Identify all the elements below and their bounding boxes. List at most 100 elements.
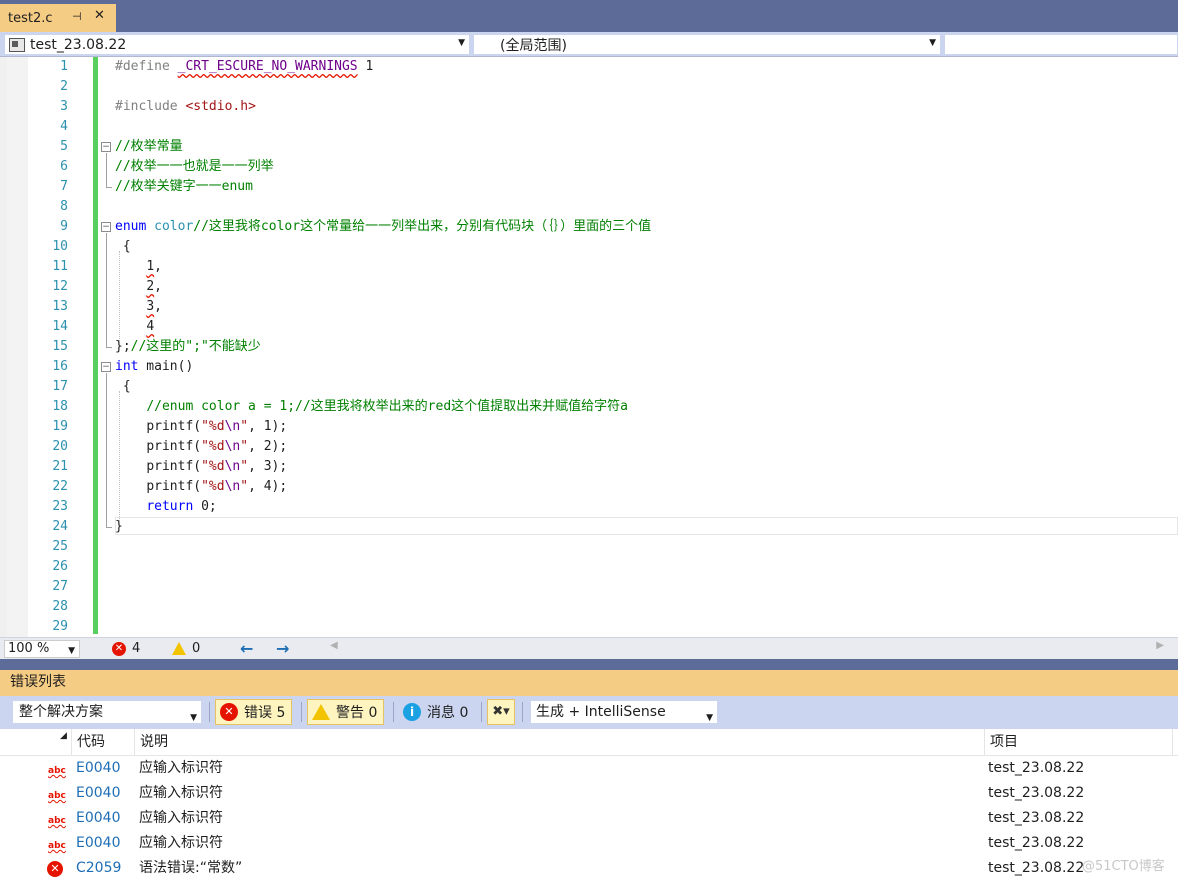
code-line-1: #define _CRT_ESCURE_NO_WARNINGS 1: [115, 59, 374, 74]
error-project: test_23.08.22: [988, 860, 1085, 876]
project-icon: [9, 37, 25, 52]
error-row[interactable]: abc E0040 应输入标识符 test_23.08.22: [0, 781, 1178, 806]
scroll-left-icon[interactable]: ◀: [330, 640, 338, 651]
member-dropdown[interactable]: [944, 34, 1178, 55]
code-text[interactable]: #define _CRT_ESCURE_NO_WARNINGS 1 #inclu…: [115, 57, 1175, 537]
close-icon[interactable]: ✕: [94, 8, 105, 23]
toolbar-divider: [522, 702, 523, 722]
error-code-link[interactable]: E0040: [76, 781, 120, 806]
messages-toggle-button[interactable]: i 消息 0: [399, 699, 474, 725]
column-next-header[interactable]: [1172, 729, 1178, 756]
line-number: 27: [52, 579, 68, 594]
info-icon: i: [403, 703, 421, 721]
panel-separator[interactable]: [0, 659, 1178, 670]
warnings-toggle-button[interactable]: 警告 0: [307, 699, 385, 725]
code-line-5: //枚举常量: [115, 139, 183, 154]
navigation-bar: test_23.08.22 ▼ (全局范围) ▼: [0, 32, 1178, 57]
code-line-15: };//这里的";"不能缺少: [115, 339, 261, 354]
navigate-forward-icon[interactable]: →: [276, 639, 289, 658]
outline-end: [106, 347, 112, 348]
scope-dropdown[interactable]: (全局范围) ▼: [473, 34, 941, 55]
collapse-enum-icon[interactable]: −: [101, 222, 111, 232]
chevron-down-icon: ▼: [706, 713, 713, 723]
error-code-link[interactable]: C2059: [76, 856, 121, 881]
line-number: 26: [52, 559, 68, 574]
column-code-header[interactable]: 代码: [71, 729, 134, 756]
line-number: 25: [52, 539, 68, 554]
filter-icon[interactable]: ✖▾: [487, 699, 515, 725]
tab-title: test2.c: [8, 10, 53, 26]
code-line-19: printf("%d\n", 1);: [146, 419, 288, 434]
change-tracking-bar: [93, 57, 98, 634]
error-count: 4: [132, 641, 141, 656]
warning-count-indicator[interactable]: 0: [172, 641, 200, 656]
code-line-12: 2,: [146, 279, 162, 294]
code-line-24: }: [115, 519, 123, 534]
error-code-link[interactable]: E0040: [76, 756, 120, 781]
toolbar-divider: [209, 702, 210, 722]
warning-count: 0: [192, 641, 201, 656]
error-row[interactable]: abc E0040 应输入标识符 test_23.08.22: [0, 831, 1178, 856]
error-description: 语法错误:“常数”: [139, 860, 243, 876]
error-row[interactable]: ✕ C2059 语法错误:“常数” test_23.08.22: [0, 856, 1178, 881]
sort-indicator-icon: ◢: [60, 731, 67, 741]
zoom-dropdown[interactable]: 100 % ▼: [4, 640, 80, 658]
error-project: test_23.08.22: [988, 760, 1085, 776]
error-list-title: 错误列表: [0, 670, 1178, 696]
errors-button-label: 错误 5: [244, 705, 286, 721]
scope-name: (全局范围): [500, 37, 567, 54]
line-number: 14: [52, 319, 68, 334]
line-number: 8: [60, 199, 68, 214]
line-number: 10: [52, 239, 68, 254]
outline-line: [106, 373, 107, 527]
navigate-back-icon[interactable]: ←: [240, 639, 253, 658]
watermark: @51CTO博客: [1082, 859, 1165, 874]
code-line-18: //enum color a = 1;//这里我将枚举出来的red这个值提取出来…: [146, 399, 628, 414]
scroll-right-icon[interactable]: ▶: [1156, 640, 1164, 651]
scope-filter-dropdown[interactable]: 整个解决方案 ▼: [12, 700, 202, 724]
error-row[interactable]: abc E0040 应输入标识符 test_23.08.22: [0, 806, 1178, 831]
code-line-7: //枚举关键字一一enum: [115, 179, 253, 194]
horizontal-scrollbar[interactable]: ◀ ▶: [328, 640, 1168, 656]
line-number: 23: [52, 499, 68, 514]
tab-test2-c[interactable]: test2.c ⊣ ✕: [0, 4, 116, 32]
line-number: 6: [60, 159, 68, 174]
error-project: test_23.08.22: [988, 835, 1085, 851]
chevron-down-icon: ▼: [929, 38, 936, 48]
line-number: 17: [52, 379, 68, 394]
pin-icon[interactable]: ⊣: [72, 10, 82, 23]
toolbar-divider: [301, 702, 302, 722]
project-dropdown[interactable]: test_23.08.22 ▼: [4, 34, 470, 55]
line-number: 28: [52, 599, 68, 614]
code-editor[interactable]: 1 2 3 4 5 6 7 8 9 10 11 12 13 14 15 16 17 18 19 20 21 22 23 24 2…: [0, 57, 1178, 637]
error-icon: ✕: [220, 703, 238, 721]
code-line-23: return 0;: [146, 499, 217, 514]
indicator-margin: [7, 57, 28, 637]
line-number: 20: [52, 439, 68, 454]
error-description: 应输入标识符: [139, 810, 223, 826]
collapse-main-icon[interactable]: −: [101, 362, 111, 372]
collapse-comment-icon[interactable]: −: [101, 142, 111, 152]
error-count-indicator[interactable]: ✕ 4: [112, 641, 140, 656]
code-line-9: enum color//这里我将color这个常量给一一列举出来，分别有代码块（…: [115, 219, 652, 234]
project-name: test_23.08.22: [30, 36, 127, 53]
build-intellisense-dropdown[interactable]: 生成 + IntelliSense ▼: [530, 700, 718, 724]
outline-line: [106, 233, 107, 347]
toolbar-divider: [481, 702, 482, 722]
messages-button-label: 消息 0: [427, 705, 469, 721]
error-code-link[interactable]: E0040: [76, 806, 120, 831]
line-number: 11: [52, 259, 68, 274]
column-project-header[interactable]: 项目: [984, 729, 1172, 756]
error-row[interactable]: abc E0040 应输入标识符 test_23.08.22: [0, 756, 1178, 781]
error-code-link[interactable]: E0040: [76, 831, 120, 856]
error-description: 应输入标识符: [139, 760, 223, 776]
errors-toggle-button[interactable]: ✕ 错误 5: [215, 699, 293, 725]
outline-line: [106, 153, 107, 187]
chevron-down-icon: ▼: [458, 38, 465, 48]
code-line-20: printf("%d\n", 2);: [146, 439, 288, 454]
code-line-22: printf("%d\n", 4);: [146, 479, 288, 494]
outline-end: [106, 187, 112, 188]
column-description-header[interactable]: 说明: [134, 729, 984, 756]
column-icon-header[interactable]: ◢: [38, 729, 71, 756]
